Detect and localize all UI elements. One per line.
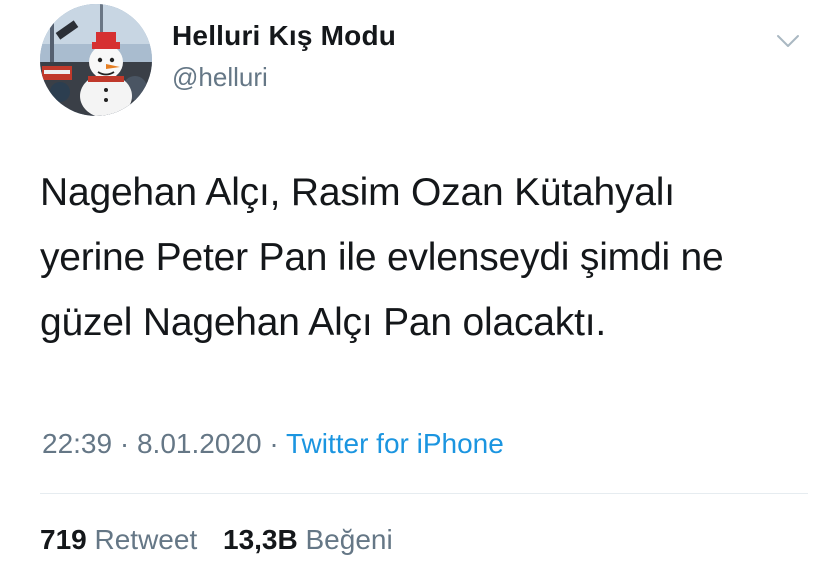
meta-separator: · (119, 428, 130, 459)
chevron-down-icon[interactable] (775, 32, 801, 50)
tweet-source-link[interactable]: Twitter for iPhone (286, 428, 504, 459)
tweet-date[interactable]: 8.01.2020 (137, 428, 262, 459)
tweet-time[interactable]: 22:39 (42, 428, 112, 459)
tweet-metadata: 22:39 · 8.01.2020 · Twitter for iPhone (42, 428, 504, 460)
like-label: Beğeni (305, 524, 393, 555)
likes-stat[interactable]: 13,3B Beğeni (223, 524, 393, 556)
tweet-text: Nagehan Alçı, Rasim Ozan Kütahyalı yerin… (40, 160, 800, 355)
meta-separator: · (269, 428, 279, 459)
avatar-image (40, 4, 152, 116)
avatar[interactable] (40, 4, 152, 116)
retweet-count: 719 (40, 524, 87, 555)
tweet-text-line: güzel Nagehan Alçı Pan olacaktı. (40, 301, 606, 344)
like-count: 13,3B (223, 524, 298, 555)
display-name[interactable]: Helluri Kış Modu (172, 20, 396, 52)
retweets-stat[interactable]: 719 Retweet (40, 524, 197, 556)
retweet-label: Retweet (94, 524, 198, 555)
divider (40, 493, 808, 494)
tweet-text-line: yerine Peter Pan ile evlenseydi şimdi ne (40, 236, 724, 279)
tweet-text-line: Nagehan Alçı, Rasim Ozan Kütahyalı (40, 171, 675, 214)
user-handle[interactable]: @helluri (172, 62, 268, 93)
tweet-stats: 719 Retweet 13,3B Beğeni (40, 524, 411, 556)
